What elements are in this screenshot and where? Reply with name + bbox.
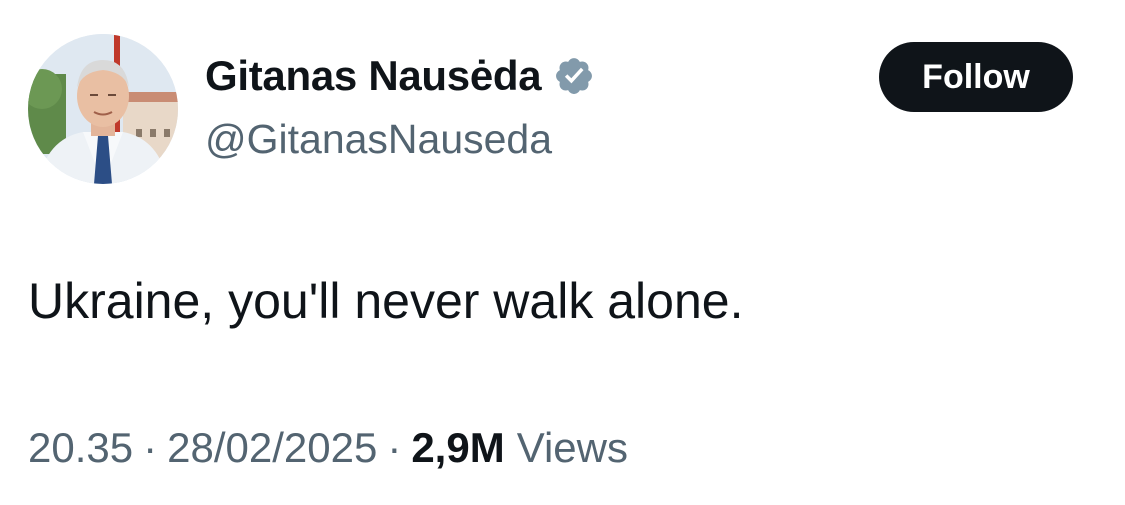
display-name[interactable]: Gitanas Nausėda: [205, 52, 542, 100]
meta-separator: ·: [143, 424, 158, 471]
tweet-time[interactable]: 20.35: [28, 424, 133, 472]
tweet-text: Ukraine, you'll never walk alone.: [28, 273, 744, 329]
user-handle[interactable]: @GitanasNauseda: [205, 116, 552, 163]
follow-button[interactable]: Follow: [879, 42, 1073, 112]
profile-photo-icon: [28, 34, 178, 184]
meta-separator: ·: [387, 424, 402, 471]
tweet-meta: 20.35 · 28/02/2025 · 2,9M Views: [28, 424, 628, 472]
avatar[interactable]: [28, 34, 178, 184]
views-label: Views: [516, 424, 628, 471]
views-count: 2,9M: [411, 424, 505, 471]
tweet-date[interactable]: 28/02/2025: [167, 424, 377, 472]
verified-badge-icon[interactable]: [553, 55, 595, 97]
user-name-row: Gitanas Nausėda: [205, 50, 595, 102]
